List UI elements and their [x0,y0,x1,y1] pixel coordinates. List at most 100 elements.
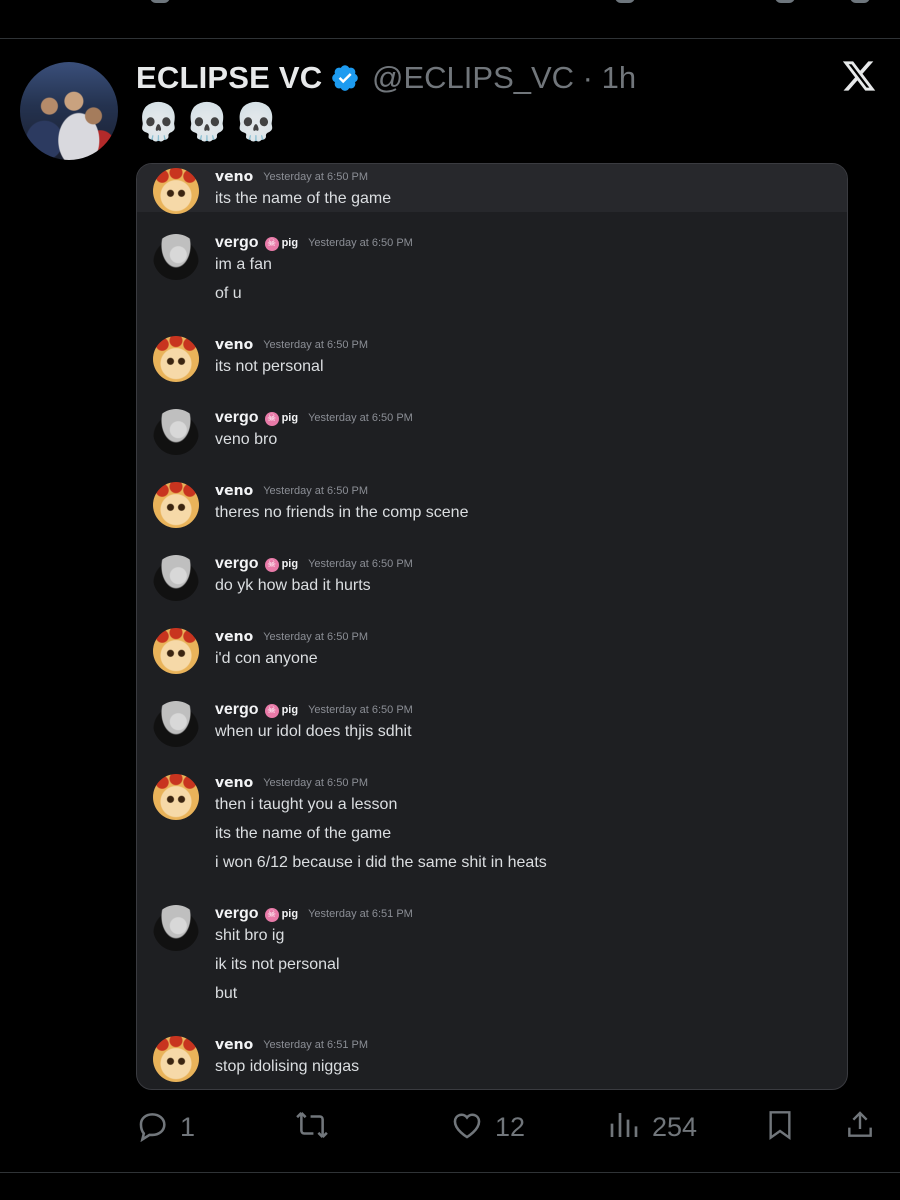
message-text: its not personal [215,358,324,375]
role-tag: ☠ pig [264,557,299,572]
role-tag: ☠ pig [264,411,299,426]
retweet-button[interactable] [292,1108,342,1148]
message-header: veno Yesterday at 6:50 PM [215,774,368,796]
message-header: vergo ☠ pig Yesterday at 6:50 PM [215,701,413,723]
skull-tag-icon: ☠ [264,557,279,572]
role-tag-label: pig [281,411,299,424]
role-tag-label: pig [281,236,299,249]
message-author[interactable]: vergo [215,555,259,572]
chat-message-veno[interactable]: veno Yesterday at 6:50 PM theres no friend… [137,482,847,533]
vergo-avatar[interactable] [153,905,199,951]
role-tag-label: pig [281,703,299,716]
message-header: veno Yesterday at 6:50 PM [215,168,368,190]
share-icon [848,1111,872,1137]
chat-message-vergo[interactable]: vergo ☠ pig Yesterday at 6:50 PM im a fan of … [137,234,847,314]
veno-avatar[interactable] [153,168,199,214]
message-text: do yk how bad it hurts [215,577,371,594]
verified-badge-icon [332,65,358,91]
message-timestamp: Yesterday at 6:50 PM [263,630,368,643]
veno-avatar[interactable] [153,336,199,382]
chat-message-vergo[interactable]: vergo ☠ pig Yesterday at 6:50 PM when ur ido… [137,701,847,752]
vergo-avatar[interactable] [153,234,199,280]
author-handle-time[interactable]: @ECLIPS_VC · 1h [372,60,636,96]
prev-views-icon[interactable] [615,0,635,3]
message-author[interactable]: veno [215,1037,253,1053]
views-button[interactable]: 254 [608,1108,718,1148]
retweet-icon [296,1112,328,1138]
top-divider [0,38,900,39]
role-tag-label: pig [281,557,299,570]
role-tag: ☠ pig [264,236,299,251]
message-timestamp: Yesterday at 6:50 PM [308,237,413,249]
screenshot-attachment[interactable]: veno Yesterday at 6:50 PM its the name of … [136,163,848,1090]
skull-tag-icon: ☠ [264,236,279,251]
message-author[interactable]: veno [215,169,253,185]
message-text: its the name of the game [215,190,392,207]
message-text: im a fan [215,256,272,273]
bottom-divider [0,1172,900,1173]
chat-message-veno[interactable]: veno Yesterday at 6:50 PM i'd con anyone [137,628,847,679]
vergo-avatar[interactable] [153,701,199,747]
message-author[interactable]: veno [215,629,253,645]
message-header: veno Yesterday at 6:50 PM [215,336,368,358]
message-header: vergo ☠ pig Yesterday at 6:50 PM [215,234,413,256]
message-timestamp: Yesterday at 6:50 PM [263,170,368,183]
author-avatar[interactable] [20,62,118,160]
x-logo-icon[interactable] [840,58,878,94]
veno-avatar[interactable] [153,628,199,674]
message-text: ik its not personal [215,956,340,973]
message-header: vergo ☠ pig Yesterday at 6:50 PM [215,409,413,431]
message-header: vergo ☠ pig Yesterday at 6:50 PM [215,555,413,577]
like-button[interactable]: 12 [449,1108,539,1148]
message-text: of u [215,285,242,302]
message-author[interactable]: vergo [215,234,259,251]
prev-reply-icon[interactable] [150,0,170,3]
role-tag: ☠ pig [264,907,298,922]
bookmark-button[interactable] [764,1108,800,1148]
chat-message-veno[interactable]: veno Yesterday at 6:51 PM stop idolising n… [137,1036,847,1087]
chat-message-vergo[interactable]: vergo ☠ pig Yesterday at 6:50 PM do yk how b… [137,555,847,606]
message-text: i'd con anyone [215,650,318,667]
share-button[interactable] [844,1108,880,1148]
reply-icon [139,1113,166,1142]
message-timestamp: Yesterday at 6:50 PM [263,776,368,789]
message-timestamp: Yesterday at 6:51 PM [308,908,413,920]
skull-tag-icon: ☠ [264,411,279,426]
message-header: veno Yesterday at 6:50 PM [215,628,368,650]
message-header: veno Yesterday at 6:51 PM [215,1036,368,1058]
vergo-avatar[interactable] [153,555,199,601]
like-count: 12 [495,1112,526,1142]
views-bars-icon [610,1113,638,1137]
chat-message-veno[interactable]: veno Yesterday at 6:50 PM its the name of … [137,168,847,219]
veno-avatar[interactable] [153,1036,199,1082]
veno-avatar[interactable] [153,774,199,820]
message-text: but [215,985,238,1002]
message-author[interactable]: veno [215,337,253,353]
veno-avatar[interactable] [153,482,199,528]
message-author[interactable]: vergo [215,701,259,718]
chat-message-veno[interactable]: veno Yesterday at 6:50 PM its not personal [137,336,847,387]
reply-button[interactable]: 1 [136,1108,206,1148]
message-text: when ur idol does thjis sdhit [215,723,412,740]
bookmark-icon [769,1111,791,1140]
message-author[interactable]: veno [215,775,253,791]
author-display-name[interactable]: ECLIPSE VC [136,60,322,96]
vergo-avatar[interactable] [153,409,199,455]
message-text: shit bro ig [215,927,285,944]
message-author[interactable]: veno [215,483,253,499]
message-timestamp: Yesterday at 6:50 PM [308,558,413,570]
heart-icon [453,1113,481,1139]
views-count: 254 [652,1112,698,1142]
message-text: its the name of the game [215,825,392,842]
prev-share-icon[interactable] [850,0,870,3]
chat-message-veno[interactable]: veno Yesterday at 6:50 PM then i taught yo… [137,774,847,883]
message-author[interactable]: vergo [215,905,259,922]
prev-bookmark-icon[interactable] [775,0,795,3]
tweet-text: 💀💀💀 [136,101,283,142]
message-text: stop idolising niggas [215,1058,360,1075]
role-tag: ☠ pig [264,703,299,718]
message-author[interactable]: vergo [215,409,259,426]
chat-message-vergo[interactable]: vergo ☠ pig Yesterday at 6:50 PM veno bro [137,409,847,460]
message-timestamp: Yesterday at 6:50 PM [308,412,413,424]
chat-message-vergo[interactable]: vergo ☠ pig Yesterday at 6:51 PM shit bro ig… [137,905,847,1014]
